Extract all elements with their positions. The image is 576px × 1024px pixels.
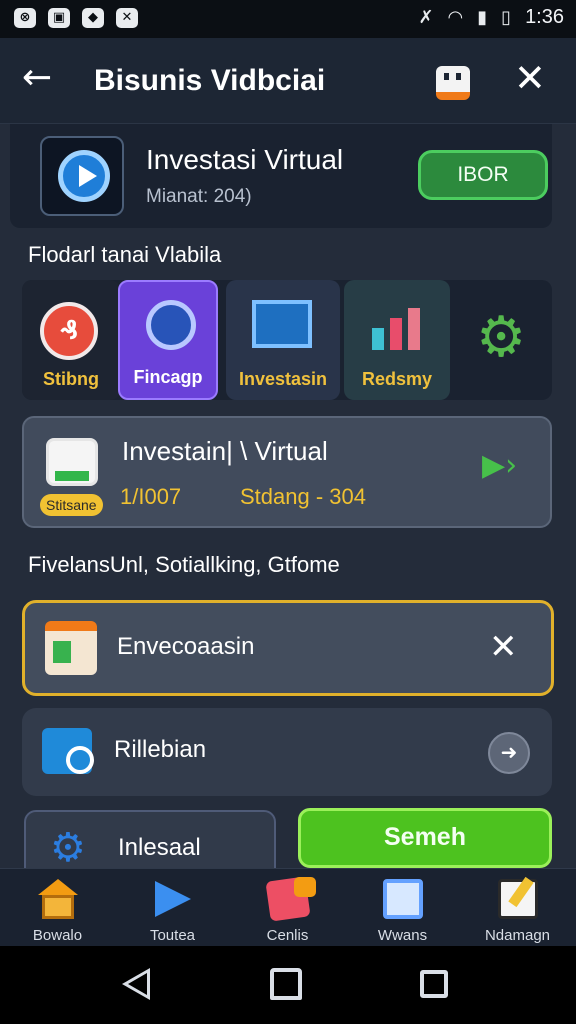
chevron-right-icon[interactable]: ▶› (482, 450, 517, 482)
red-badge-icon: ₰ (40, 302, 98, 360)
system-indicators: ✗ ◠ ▮ ▯ 1:36 (418, 6, 564, 29)
mute-icon: ✗ (418, 7, 434, 28)
nav-label: Wwans (377, 927, 428, 944)
settings-label: Inlesaal (118, 834, 201, 861)
promo-badge: Stitsane (40, 494, 103, 516)
nav-label: Ndamagn (484, 927, 551, 944)
list-item-label: Rillebian (114, 736, 207, 763)
category-redsmy[interactable]: Redsmy (344, 280, 450, 400)
close-icon[interactable]: ✕ (489, 627, 518, 667)
category-label: Redsmy (361, 369, 433, 389)
promo-card[interactable]: Stitsane Investain| \ Virtual 1/I007 Std… (22, 416, 552, 528)
chart-icon (252, 300, 312, 348)
nav-news[interactable]: Wwans (345, 869, 460, 947)
category-label: Investasin (238, 369, 328, 389)
app-icon-3: ◆ (82, 8, 104, 28)
category-row: ₰ Stibng Fincagp Investasin Redsmy ⚙ (22, 280, 552, 400)
category-investasin[interactable]: Investasin (226, 280, 340, 400)
category-fincagp[interactable]: Fincagp (118, 280, 218, 400)
search-label: Semeh (384, 823, 466, 851)
wifi-icon: ◠ (447, 7, 464, 28)
list-item-envecoaasin[interactable]: Envecoaasin ✕ (22, 600, 554, 696)
stock-chart-icon (46, 438, 98, 486)
promo-left-value: 1/I007 (120, 484, 182, 509)
nav-label: Toutea (149, 927, 196, 944)
search-button[interactable]: Semeh (298, 808, 552, 868)
system-recent-apps-icon[interactable] (420, 970, 448, 998)
document-icon (383, 879, 423, 919)
play-icon (155, 881, 191, 917)
battery-icon: ▯ (501, 7, 512, 28)
bar-chart-icon (368, 302, 426, 350)
page-title: Bisunis Vidbciai (94, 64, 326, 97)
system-home-icon[interactable] (270, 968, 302, 1000)
briefcase-icon[interactable] (436, 66, 470, 100)
notification-badge (294, 877, 316, 897)
system-back-icon[interactable] (122, 968, 150, 1000)
gear-icon: ⚙ (50, 825, 86, 871)
video-app-icon (40, 136, 124, 216)
nav-edit[interactable]: Ndamagn (460, 869, 575, 947)
clock: 1:36 (525, 6, 564, 28)
hero-card: Investasi Virtual Mianat: 204) IBOR (10, 124, 552, 228)
nav-label: Cenlis (266, 927, 309, 944)
system-navigation-bar (0, 946, 576, 1024)
app-bar: ← Bisunis Vidbciai ✕ (0, 38, 576, 124)
hero-title: Investasi Virtual (146, 144, 344, 175)
close-icon[interactable]: ✕ (514, 58, 546, 98)
spreadsheet-icon (45, 621, 97, 675)
nav-label: Bowalo (32, 927, 83, 944)
category-stibng[interactable]: ₰ Stibng (22, 280, 120, 400)
share-icon[interactable]: ➜ (488, 732, 530, 774)
list-heading: FivelansUnl, Sotiallking, Gtfome (28, 552, 340, 577)
list-item-rillebian[interactable]: Rillebian ➜ (22, 708, 552, 796)
category-label: Stibng (43, 369, 99, 389)
bottom-navigation: Bowalo Toutea Cenlis Wwans Ndamagn (0, 868, 576, 946)
app-icon-4: ✕ (116, 8, 138, 28)
promo-title: Investain| \ Virtual (122, 436, 328, 466)
app-icon-1: ⊗ (14, 8, 36, 28)
home-icon (38, 879, 78, 895)
hero-action-button[interactable]: IBOR (418, 150, 548, 200)
nav-games[interactable]: Cenlis (230, 869, 345, 947)
folder-icon (42, 728, 94, 774)
list-item-label: Envecoaasin (117, 633, 255, 660)
hero-subtitle: Mianat: 204) (146, 186, 252, 207)
target-icon (146, 300, 196, 350)
app-icon-2: ▣ (48, 8, 70, 28)
back-arrow-icon[interactable]: ← (22, 58, 52, 98)
notification-icons: ⊗ ▣ ◆ ✕ (14, 8, 138, 28)
nav-video[interactable]: Toutea (115, 869, 230, 947)
nav-home[interactable]: Bowalo (0, 869, 115, 947)
categories-heading: Flodarl tanai Vlabila (28, 242, 222, 267)
promo-right-value: Stdang - 304 (240, 484, 366, 509)
signal-icon: ▮ (477, 7, 488, 28)
status-bar: ⊗ ▣ ◆ ✕ ✗ ◠ ▮ ▯ 1:36 (0, 0, 576, 38)
main-content: Investasi Virtual Mianat: 204) IBOR Flod… (0, 124, 576, 880)
gear-icon[interactable]: ⚙ (476, 310, 526, 366)
category-label: Fincagp (133, 367, 203, 387)
